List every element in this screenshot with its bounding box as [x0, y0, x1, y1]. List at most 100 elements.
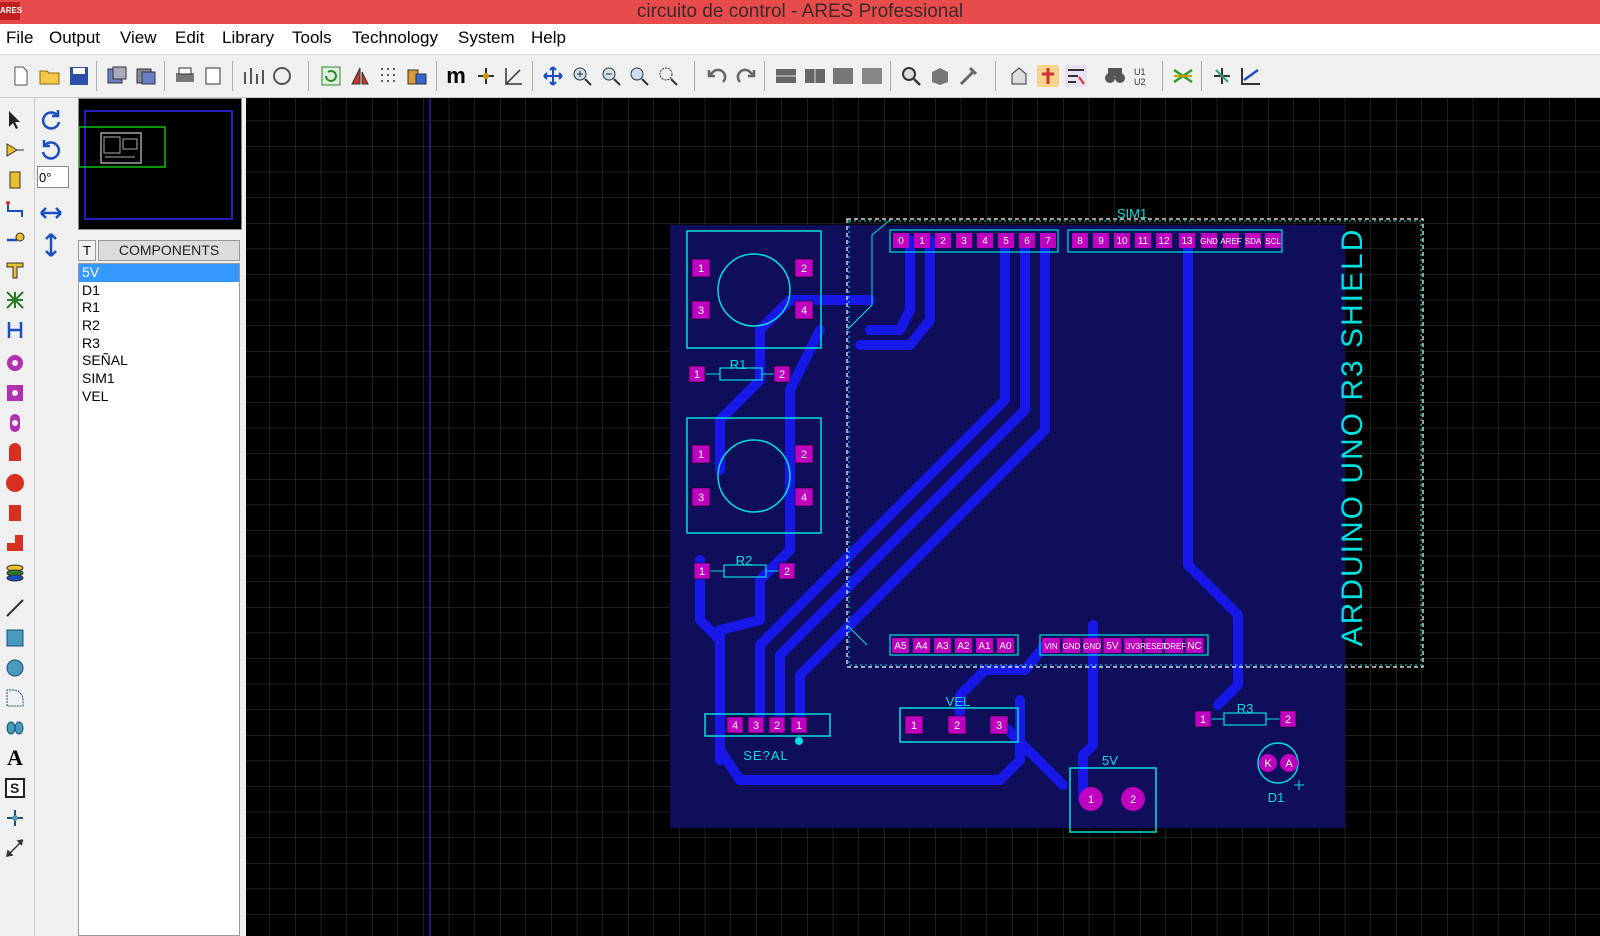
shield-pin-sda[interactable]: SDA — [1245, 233, 1262, 248]
shield-pin-d4[interactable]: 4 — [977, 233, 993, 248]
text-mode-icon[interactable]: A — [3, 745, 27, 770]
shield-pin-power-3[interactable]: 5V — [1103, 638, 1122, 653]
r1-pad-2[interactable]: 2 — [773, 365, 791, 383]
menu-edit[interactable]: Edit — [175, 28, 204, 48]
box-mode-icon[interactable] — [3, 626, 27, 650]
shield-pin-power-1[interactable]: GND — [1062, 638, 1081, 653]
mirror-vertical-icon[interactable] — [41, 232, 61, 263]
vel-pad-1[interactable]: 1 — [904, 715, 924, 735]
polygon-pad-icon[interactable] — [3, 531, 27, 555]
square-pad-icon[interactable] — [3, 381, 27, 405]
menu-technology[interactable]: Technology — [352, 28, 438, 48]
symbol-mode-icon[interactable]: S — [3, 776, 27, 800]
route-check-icon[interactable] — [1065, 65, 1087, 87]
shield-pin-aref[interactable]: AREF — [1220, 233, 1242, 248]
sw-bottom-pad-1[interactable]: 1 — [691, 444, 711, 464]
edge-pad-icon[interactable] — [3, 441, 27, 465]
list-item-sim1[interactable]: SIM1 — [79, 370, 239, 388]
line-mode-icon[interactable] — [3, 596, 27, 620]
zone-mode-icon[interactable] — [3, 258, 27, 282]
shield-pin-11[interactable]: 11 — [1135, 233, 1151, 248]
component-mode-icon[interactable] — [3, 138, 27, 162]
vel-pad-2[interactable]: 2 — [947, 715, 967, 735]
sw-bottom-pad-2[interactable]: 2 — [794, 444, 814, 464]
round-pad-icon[interactable] — [3, 351, 27, 375]
list-item-r1[interactable]: R1 — [79, 299, 239, 317]
sw-top-pad-1[interactable]: 1 — [691, 258, 711, 278]
zoom-area-icon[interactable] — [657, 65, 679, 87]
vel-pad-3[interactable]: 3 — [989, 715, 1009, 735]
track-mode-icon[interactable] — [3, 198, 27, 222]
senal-pad-3[interactable]: 3 — [747, 716, 765, 734]
shield-pin-d7[interactable]: 7 — [1040, 233, 1056, 248]
print-area-icon[interactable] — [202, 65, 224, 87]
sw-top-pad-4[interactable]: 4 — [794, 300, 814, 320]
r3-pad-1[interactable]: 1 — [1194, 710, 1212, 728]
shield-pin-d0[interactable]: 0 — [893, 233, 909, 248]
shield-pin-a2[interactable]: A2 — [955, 638, 972, 653]
open-folder-icon[interactable] — [39, 65, 61, 87]
shield-pin-a1[interactable]: A1 — [976, 638, 993, 653]
pcb-layout[interactable]: R1 R2 R3 SE?AL VEL 5V D1 SIM1 ARDUINO UN… — [246, 98, 1600, 936]
menu-system[interactable]: System — [458, 28, 515, 48]
shield-pin-gnd[interactable]: GND — [1200, 233, 1218, 248]
dil-pad-icon[interactable] — [3, 411, 27, 435]
pcb-editing-canvas[interactable]: R1 R2 R3 SE?AL VEL 5V D1 SIM1 ARDUINO UN… — [246, 98, 1600, 936]
refresh-icon[interactable] — [320, 65, 342, 87]
via-mode-icon[interactable] — [3, 228, 27, 252]
menu-library[interactable]: Library — [222, 28, 274, 48]
sw-top-pad-2[interactable]: 2 — [794, 258, 814, 278]
shield-pin-12[interactable]: 12 — [1156, 233, 1172, 248]
components-title[interactable]: COMPONENTS — [98, 240, 240, 261]
v5-pad-2[interactable]: 2 — [1121, 787, 1145, 811]
list-item-r3[interactable]: R3 — [79, 335, 239, 353]
list-item-5v[interactable]: 5V — [79, 264, 239, 282]
rotation-angle-field[interactable] — [37, 166, 69, 188]
sw-top-pad-3[interactable]: 3 — [691, 300, 711, 320]
search-tag-icon[interactable] — [1104, 65, 1126, 87]
autorouter-icon[interactable] — [1037, 65, 1059, 87]
save-icon[interactable] — [68, 65, 90, 87]
export-icon[interactable] — [135, 65, 157, 87]
r2-pad-1[interactable]: 1 — [693, 562, 711, 580]
shield-pin-d6[interactable]: 6 — [1019, 233, 1035, 248]
d1-pad-K[interactable]: K — [1259, 754, 1277, 772]
shield-pin-8[interactable]: 8 — [1072, 233, 1088, 248]
pick-library-icon[interactable] — [900, 65, 922, 87]
dimension-mode-icon[interactable] — [3, 836, 27, 860]
shield-pin-d2[interactable]: 2 — [935, 233, 951, 248]
metric-toggle-icon[interactable]: m — [445, 63, 467, 88]
pan-icon[interactable] — [542, 65, 564, 87]
shield-pin-power-2[interactable]: GND — [1083, 638, 1101, 653]
zoom-in-icon[interactable] — [571, 65, 593, 87]
undo-icon[interactable] — [706, 65, 728, 87]
shield-pin-d3[interactable]: 3 — [956, 233, 972, 248]
shield-pin-d5[interactable]: 5 — [998, 233, 1014, 248]
design-rule-icon[interactable] — [1240, 65, 1262, 87]
axis-icon[interactable] — [503, 65, 525, 87]
components-tab[interactable]: T — [78, 240, 96, 261]
sw-bottom-pad-4[interactable]: 4 — [794, 487, 814, 507]
shield-pin-13[interactable]: 13 — [1179, 233, 1195, 248]
senal-pad-2[interactable]: 2 — [768, 716, 786, 734]
shield-pin-scl[interactable]: SCL — [1265, 233, 1281, 248]
smt-round-pad-icon[interactable] — [3, 471, 27, 495]
origin-icon[interactable] — [475, 65, 497, 87]
d1-pad-A[interactable]: A — [1280, 754, 1298, 772]
block-rotate-icon[interactable] — [832, 65, 854, 87]
shield-pin-a4[interactable]: A4 — [913, 638, 930, 653]
selection-mode-icon[interactable] — [3, 108, 27, 132]
v5-pad-1[interactable]: 1 — [1079, 787, 1103, 811]
r3-pad-2[interactable]: 2 — [1279, 710, 1297, 728]
ratsnest-icon[interactable] — [1172, 65, 1194, 87]
import-icon[interactable] — [106, 65, 128, 87]
net-browser-icon[interactable] — [271, 65, 293, 87]
block-delete-icon[interactable] — [861, 65, 883, 87]
shield-pin-power-7[interactable]: NC — [1185, 638, 1204, 653]
circle-mode-icon[interactable] — [3, 656, 27, 680]
shield-pin-power-6[interactable]: IOREF — [1162, 638, 1187, 653]
list-item-senal[interactable]: SEÑAL — [79, 352, 239, 370]
decompose-icon[interactable] — [957, 65, 979, 87]
redo-icon[interactable] — [735, 65, 757, 87]
senal-pad-1[interactable]: 1 — [790, 716, 808, 734]
